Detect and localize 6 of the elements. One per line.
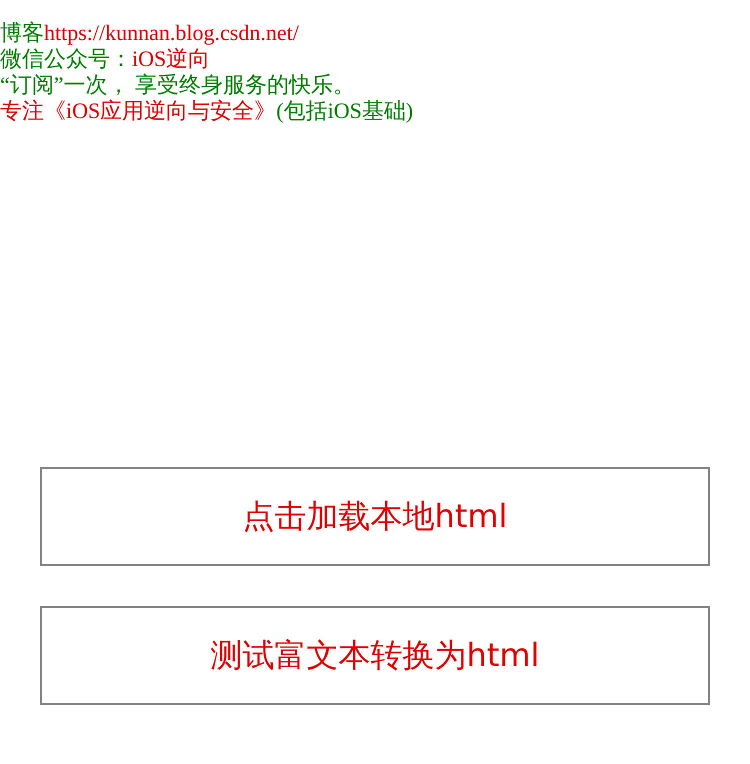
intro-text: 博客https://kunnan.blog.csdn.net/ [0, 20, 299, 46]
intro-text: 专注《iOS应用逆向与安全》(包括iOS基础) [0, 98, 414, 124]
action-button[interactable]: 测试富文本转换为html [40, 606, 710, 705]
intro-text: “订阅”一次， 享受终身服务的快乐。 [0, 72, 356, 98]
action-button[interactable]: 点击加载本地html [40, 467, 710, 566]
intro-text: 微信公众号：iOS逆向 [0, 46, 210, 72]
